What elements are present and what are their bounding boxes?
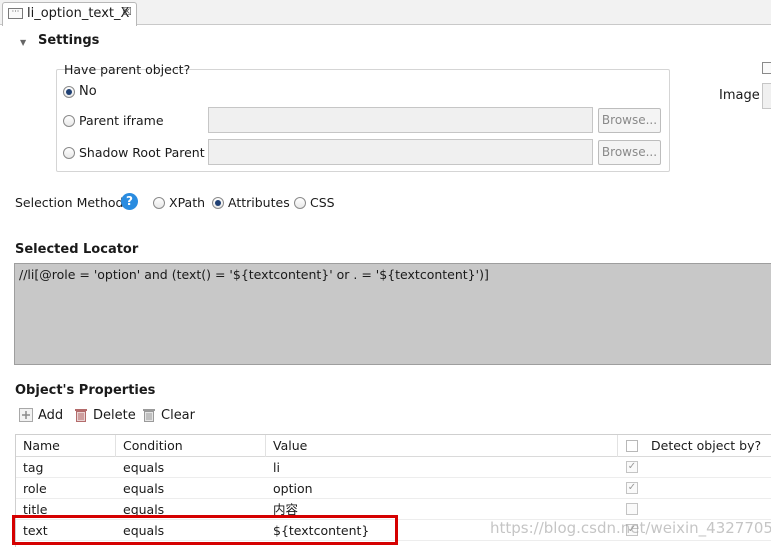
cell-name: tag xyxy=(23,460,44,475)
shadow-root-field[interactable] xyxy=(208,139,593,165)
radio-shadow-root[interactable] xyxy=(63,147,75,159)
cell-condition: equals xyxy=(123,481,165,496)
image-label: Image xyxy=(719,88,760,103)
selected-locator-textarea[interactable]: //li[@role = 'option' and (text() = '${t… xyxy=(14,263,771,365)
trash-icon[interactable] xyxy=(74,408,88,422)
test-object-icon: ··· xyxy=(8,8,23,19)
parent-iframe-field[interactable] xyxy=(208,107,593,133)
detect-checkbox[interactable]: ✓ xyxy=(626,461,638,473)
clear-icon[interactable] xyxy=(142,408,156,422)
selection-method-label: Selection Method xyxy=(15,195,124,210)
close-icon[interactable]: ☒ xyxy=(122,5,132,18)
radio-no-label[interactable]: No xyxy=(79,84,97,99)
cell-condition: equals xyxy=(123,460,165,475)
object-properties-title: Object's Properties xyxy=(15,383,156,398)
column-value: Value xyxy=(266,435,618,457)
parent-object-legend: Have parent object? xyxy=(64,62,191,77)
radio-css[interactable] xyxy=(294,197,306,209)
editor-tab-strip: ··· li_option_text_X ☒ xyxy=(0,0,771,26)
highlight-box xyxy=(12,515,398,545)
radio-shadow-root-label[interactable]: Shadow Root Parent xyxy=(79,145,205,160)
settings-title: Settings xyxy=(38,33,100,48)
detect-all-checkbox[interactable] xyxy=(626,440,638,452)
cell-name: role xyxy=(23,481,47,496)
shadow-root-browse-button[interactable]: Browse... xyxy=(598,140,661,165)
add-icon[interactable] xyxy=(19,408,33,422)
column-value-label[interactable]: Value xyxy=(273,438,307,453)
table-row[interactable]: tag equals li ✓ xyxy=(16,457,771,478)
radio-xpath-label[interactable]: XPath xyxy=(169,195,205,210)
selected-locator-title: Selected Locator xyxy=(15,242,139,257)
collapse-arrow-icon[interactable]: ▼ xyxy=(20,38,26,47)
radio-attributes-label[interactable]: Attributes xyxy=(228,195,290,210)
image-field[interactable] xyxy=(762,83,771,109)
radio-parent-iframe[interactable] xyxy=(63,115,75,127)
column-name[interactable]: Name xyxy=(16,435,116,457)
table-row[interactable]: role equals option ✓ xyxy=(16,478,771,499)
column-condition[interactable]: Condition xyxy=(116,435,266,457)
detect-checkbox[interactable]: ✓ xyxy=(626,482,638,494)
radio-no[interactable] xyxy=(63,86,75,98)
cell-value: option xyxy=(273,481,313,496)
image-checkbox[interactable] xyxy=(762,62,771,74)
help-icon[interactable]: ? xyxy=(121,193,138,210)
add-button[interactable]: Add xyxy=(38,408,63,423)
radio-css-label[interactable]: CSS xyxy=(310,195,335,210)
column-detect[interactable]: Detect object by? xyxy=(644,435,771,457)
clear-button[interactable]: Clear xyxy=(161,408,195,423)
radio-parent-iframe-label[interactable]: Parent iframe xyxy=(79,113,164,128)
detect-checkbox[interactable] xyxy=(626,503,638,515)
tab-label: li_option_text_X xyxy=(27,6,130,21)
watermark-text: https://blog.csdn.net/weixin_43277055 xyxy=(490,519,771,537)
radio-attributes[interactable] xyxy=(212,197,224,209)
cell-value: li xyxy=(273,460,280,475)
delete-button[interactable]: Delete xyxy=(93,408,136,423)
table-header: Name Condition Value Detect object by? xyxy=(16,435,771,457)
radio-xpath[interactable] xyxy=(153,197,165,209)
parent-iframe-browse-button[interactable]: Browse... xyxy=(598,108,661,133)
editor-tab[interactable]: ··· li_option_text_X ☒ xyxy=(2,2,137,26)
